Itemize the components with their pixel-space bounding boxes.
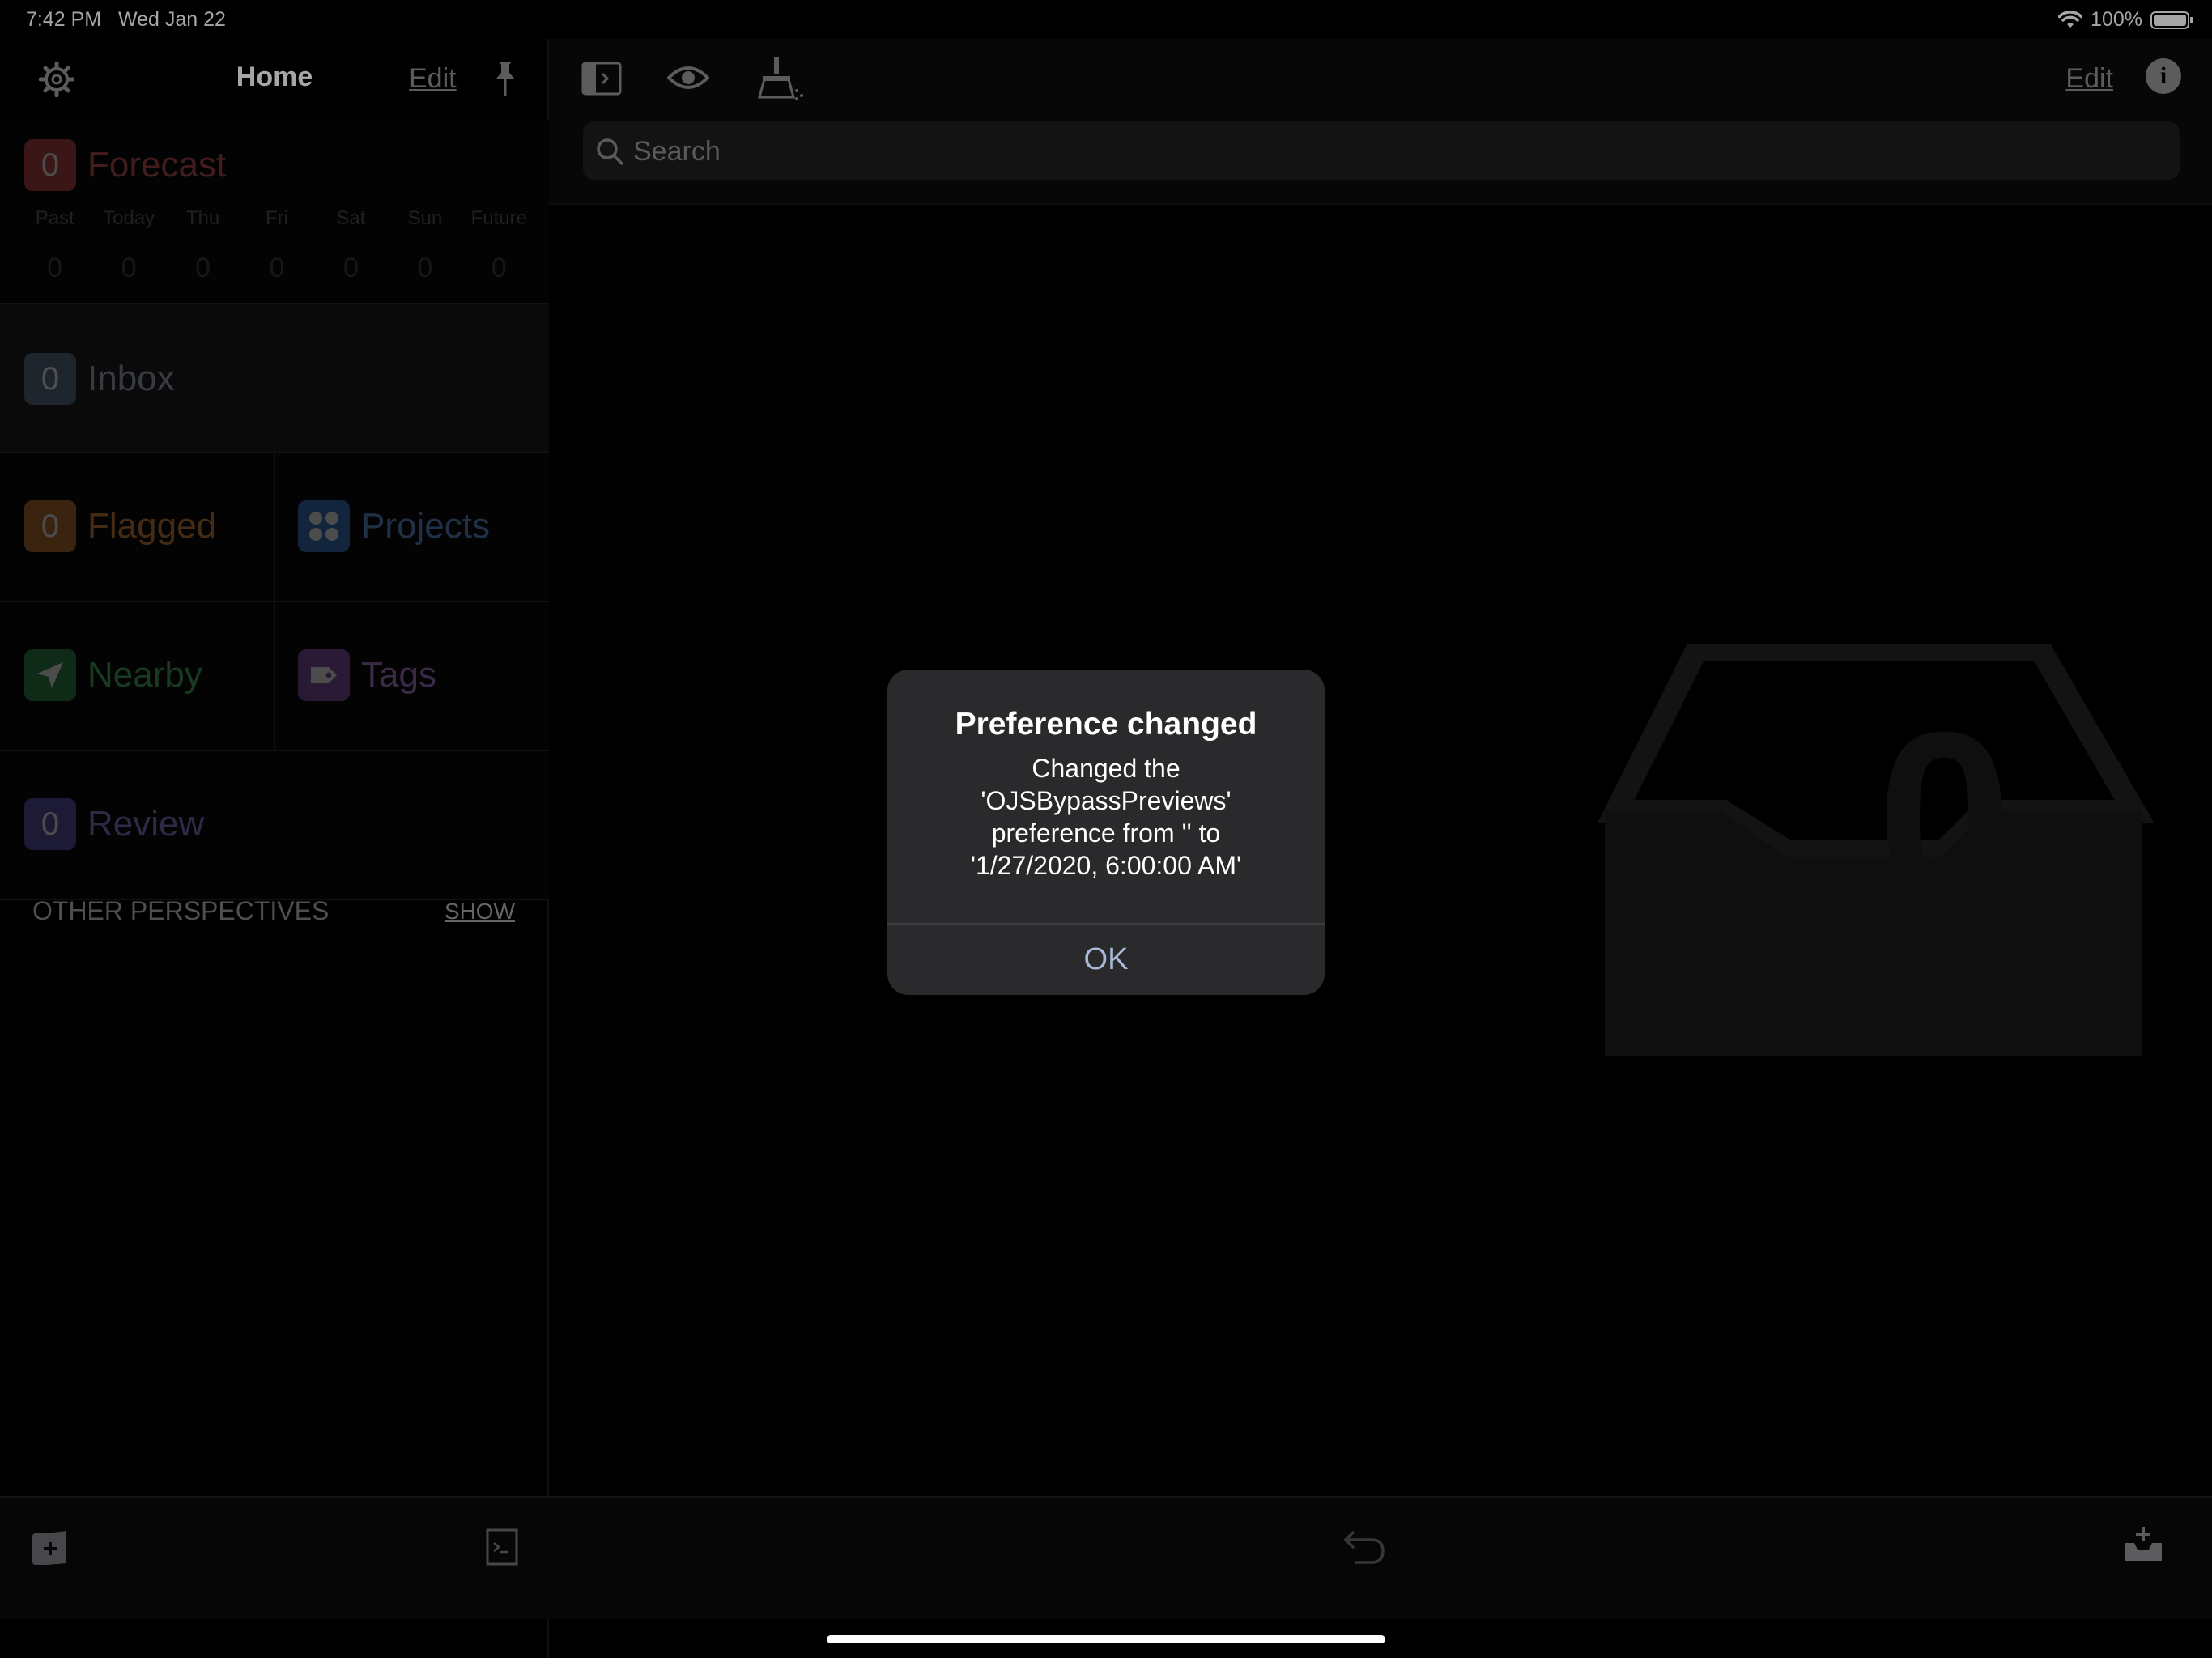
alert-message-line: preference from '' to [991,818,1221,848]
ok-button[interactable]: OK [887,925,1325,995]
alert-title: Preference changed [955,707,1257,742]
alert-message: Changed the 'OJSBypassPreviews' preferen… [912,752,1300,882]
alert-message-line: Changed the [1032,754,1180,783]
preference-changed-alert: Preference changed Changed the 'OJSBypas… [887,670,1325,995]
home-indicator[interactable] [827,1635,1385,1643]
alert-message-line: '1/27/2020, 6:00:00 AM' [970,851,1242,880]
alert-message-line: 'OJSBypassPreviews' [981,786,1231,815]
